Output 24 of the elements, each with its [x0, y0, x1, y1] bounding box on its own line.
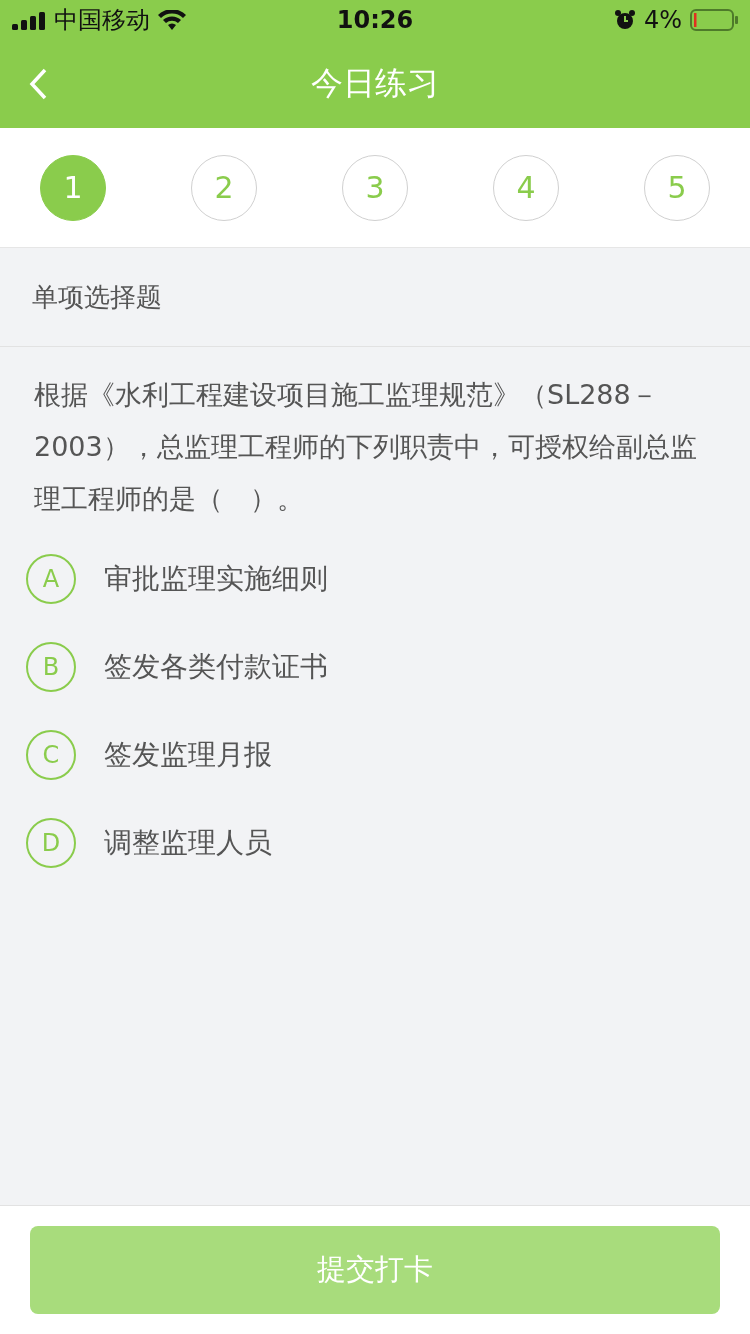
- signal-icon: [12, 10, 46, 30]
- option-letter[interactable]: C: [26, 730, 76, 780]
- wifi-icon: [158, 10, 186, 30]
- battery-icon: [690, 9, 738, 31]
- option-text[interactable]: 调整监理人员: [104, 824, 272, 862]
- battery-percent: 4%: [643, 6, 682, 34]
- page-title: 今日练习: [311, 63, 439, 104]
- option-letter[interactable]: A: [26, 554, 76, 604]
- question-number-tab[interactable]: 4: [493, 154, 559, 221]
- option-letter[interactable]: B: [26, 642, 76, 692]
- option-letter[interactable]: D: [26, 818, 76, 868]
- question-number-tab[interactable]: 5: [644, 154, 710, 221]
- section-heading: 单项选择题: [0, 248, 750, 347]
- question-number-tab[interactable]: 2: [191, 154, 257, 221]
- option-text[interactable]: 审批监理实施细则: [104, 560, 328, 598]
- back-icon[interactable]: [28, 68, 48, 100]
- clock-time: 10:26: [336, 6, 414, 34]
- question-number-tab[interactable]: 1: [40, 154, 106, 221]
- carrier-name: 中国移动: [54, 5, 150, 36]
- question-text: 根据《水利工程建设项目施工监理规范》（SL288－2003），总监理工程师的下列职责中，可授权给副总监理工程师的是（ ）。: [34, 378, 698, 516]
- option-text[interactable]: 签发各类付款证书: [104, 648, 328, 686]
- alarm-icon: [613, 9, 636, 31]
- question-number-tab[interactable]: 3: [342, 154, 408, 221]
- option-text[interactable]: 签发监理月报: [104, 736, 272, 774]
